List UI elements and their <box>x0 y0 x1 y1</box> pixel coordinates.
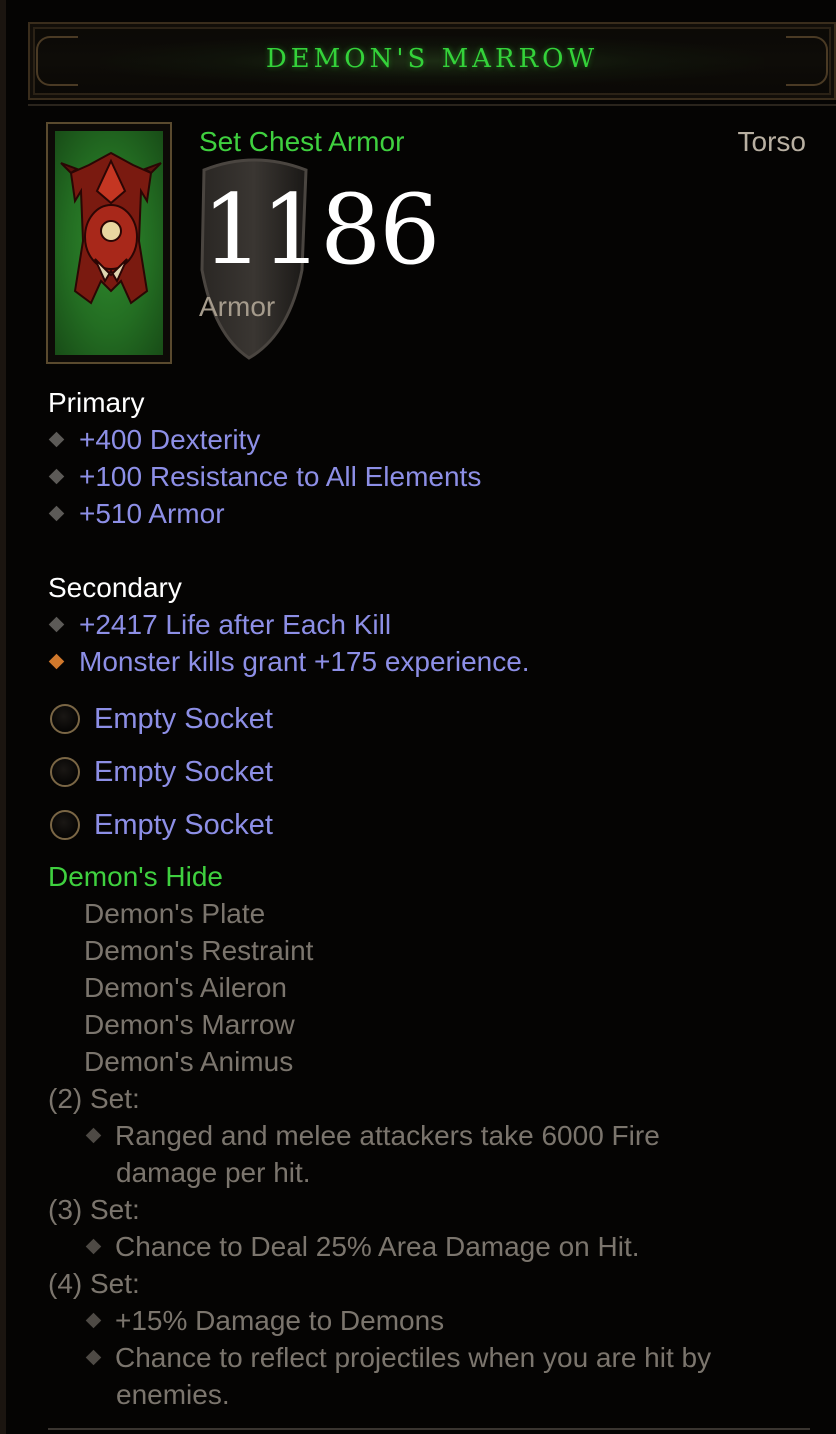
bullet-diamond-icon <box>85 1349 102 1366</box>
tooltip-bottom-divider <box>48 1428 810 1430</box>
item-tooltip: DEMON'S MARROW Set Chest Armor Torso 118… <box>0 0 836 1434</box>
item-type: Set Chest Armor <box>199 126 405 157</box>
secondary-heading: Secondary <box>48 572 182 603</box>
item-icon-frame[interactable] <box>46 122 172 364</box>
set-bonus-label: (2) Set: <box>48 1083 140 1114</box>
set-piece: Demon's Animus <box>84 1046 294 1077</box>
armor-label: Armor <box>199 291 276 322</box>
set-bonus-text: +15% Damage to Demons Chance to reflect … <box>84 1302 804 1413</box>
item-name: DEMON'S MARROW <box>265 44 599 74</box>
bullet-diamond-icon <box>85 1238 102 1255</box>
bullet-diamond-icon <box>48 431 65 448</box>
bullet-diamond-icon <box>48 468 65 485</box>
socket-icon <box>50 757 80 787</box>
set-bonus-label: (3) Set: <box>48 1194 140 1225</box>
socket-icon <box>50 704 80 734</box>
secondary-stat-legendary: Monster kills grant +175 experience. <box>48 646 530 678</box>
set-piece: Demon's Aileron <box>84 972 287 1003</box>
socket-row[interactable]: Empty Socket <box>50 809 273 842</box>
bullet-diamond-icon <box>85 1312 102 1329</box>
socket-row[interactable]: Empty Socket <box>50 756 273 789</box>
primary-heading: Primary <box>48 387 145 418</box>
primary-stat: +510 Armor <box>48 498 225 530</box>
header-divider <box>28 104 836 106</box>
socket-icon <box>50 810 80 840</box>
legendary-bullet-icon <box>48 653 65 670</box>
item-icon-background <box>55 131 163 355</box>
primary-stat: +100 Resistance to All Elements <box>48 461 481 493</box>
item-slot: Torso <box>737 126 806 157</box>
set-bonus-label: (4) Set: <box>48 1268 140 1299</box>
bullet-diamond-icon <box>48 616 65 633</box>
bullet-diamond-icon <box>85 1127 102 1144</box>
socket-row[interactable]: Empty Socket <box>50 703 273 736</box>
set-bonus-text: Chance to Deal 25% Area Damage on Hit. <box>84 1228 804 1265</box>
chest-armor-icon <box>60 151 162 305</box>
set-piece: Demon's Marrow <box>84 1009 295 1040</box>
set-name: Demon's Hide <box>48 861 223 892</box>
secondary-stat: +2417 Life after Each Kill <box>48 609 391 641</box>
armor-value: 1186 <box>202 174 440 286</box>
bullet-diamond-icon <box>48 505 65 522</box>
set-bonus-text: Ranged and melee attackers take 6000 Fir… <box>84 1117 804 1191</box>
set-piece: Demon's Restraint <box>84 935 314 966</box>
primary-stat: +400 Dexterity <box>48 424 260 456</box>
set-piece: Demon's Plate <box>84 898 266 929</box>
tooltip-header: DEMON'S MARROW <box>28 22 836 100</box>
